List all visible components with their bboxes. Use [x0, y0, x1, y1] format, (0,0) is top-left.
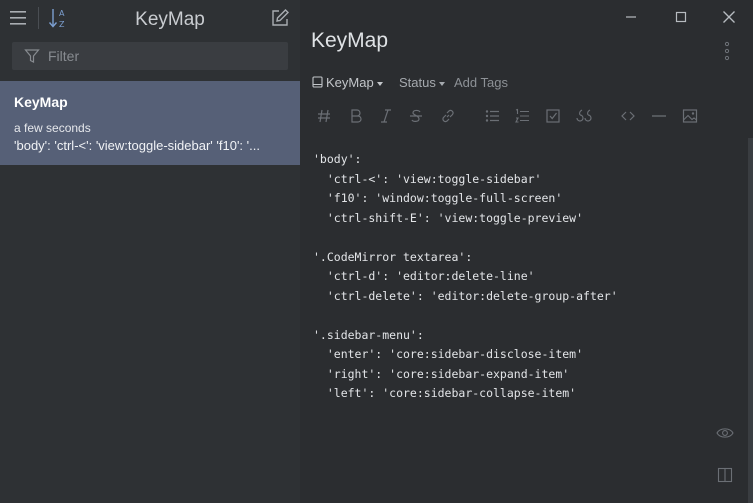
minimize-icon[interactable] — [622, 8, 640, 26]
checkbox-icon[interactable] — [543, 106, 563, 126]
code-line: 'ctrl-shift-E': 'view:toggle-preview' — [313, 210, 584, 225]
note-preview: 'body': 'ctrl-<': 'view:toggle-sidebar' … — [14, 138, 260, 153]
notebook-selector[interactable]: KeyMap — [312, 75, 383, 90]
note-title-heading[interactable]: KeyMap — [311, 29, 388, 53]
filter-input[interactable] — [48, 45, 278, 67]
italic-icon[interactable] — [376, 106, 396, 126]
code-line: 'ctrl-d': 'editor:delete-line' — [313, 269, 535, 283]
chevron-down-icon — [376, 81, 383, 86]
sidebar-header: A Z KeyMap — [0, 0, 300, 38]
header-divider — [38, 7, 39, 29]
note-timestamp: a few seconds — [14, 121, 91, 135]
scrollbar[interactable] — [748, 138, 753, 503]
bold-icon[interactable] — [346, 106, 366, 126]
sidebar: A Z KeyMap KeyMap a few seconds 'body': … — [0, 0, 300, 503]
compose-icon[interactable] — [270, 8, 290, 28]
bullet-list-icon[interactable] — [482, 106, 502, 126]
link-icon[interactable] — [438, 106, 458, 126]
chevron-down-icon — [438, 81, 445, 86]
filter-box — [12, 42, 288, 70]
code-line: '.CodeMirror textarea': — [313, 249, 473, 264]
code-icon[interactable] — [618, 106, 638, 126]
eye-icon[interactable] — [716, 426, 734, 440]
code-line: '.sidebar-menu': — [313, 327, 424, 342]
hamburger-icon[interactable] — [10, 10, 28, 26]
status-selector[interactable]: Status — [399, 75, 445, 90]
kebab-icon[interactable] — [724, 41, 730, 61]
quote-icon[interactable] — [574, 106, 594, 126]
code-line: 'ctrl-delete': 'editor:delete-group-afte… — [313, 288, 618, 303]
close-icon[interactable] — [720, 8, 738, 26]
code-line: 'left': 'core:sidebar-collapse-item' — [313, 386, 577, 400]
code-line: 'ctrl-<': 'view:toggle-sidebar' — [313, 171, 542, 186]
code-line: 'enter': 'core:sidebar-disclose-item' — [313, 347, 584, 361]
note-title: KeyMap — [14, 94, 68, 110]
sidebar-title: KeyMap — [135, 9, 205, 30]
code-line: 'body': — [313, 152, 362, 166]
code-line: 'f10': 'window:toggle-full-screen' — [313, 191, 563, 205]
editor-content[interactable]: 'body': 'ctrl-<': 'view:toggle-sidebar' … — [313, 150, 618, 404]
image-icon[interactable] — [680, 106, 700, 126]
horizontal-rule-icon[interactable] — [649, 106, 669, 126]
status-label: Status — [399, 75, 436, 90]
notebook-icon — [312, 76, 323, 88]
code-line: 'right': 'core:sidebar-expand-item' — [313, 366, 570, 381]
strikethrough-icon[interactable] — [406, 106, 426, 126]
numbered-list-icon[interactable] — [512, 106, 532, 126]
add-tags-button[interactable]: Add Tags — [454, 75, 508, 90]
editor-pane: KeyMap KeyMap Status Add Tags 'body': 'c… — [300, 0, 753, 503]
svg-text:A: A — [59, 9, 65, 18]
split-view-icon[interactable] — [717, 467, 733, 483]
maximize-icon[interactable] — [672, 8, 690, 26]
notebook-label: KeyMap — [326, 75, 374, 90]
filter-icon — [24, 48, 40, 64]
sort-az-icon[interactable]: A Z — [48, 7, 68, 29]
svg-text:Z: Z — [59, 20, 65, 29]
note-list-item[interactable]: KeyMap a few seconds 'body': 'ctrl-<': '… — [0, 81, 300, 165]
heading-icon[interactable] — [314, 106, 334, 126]
